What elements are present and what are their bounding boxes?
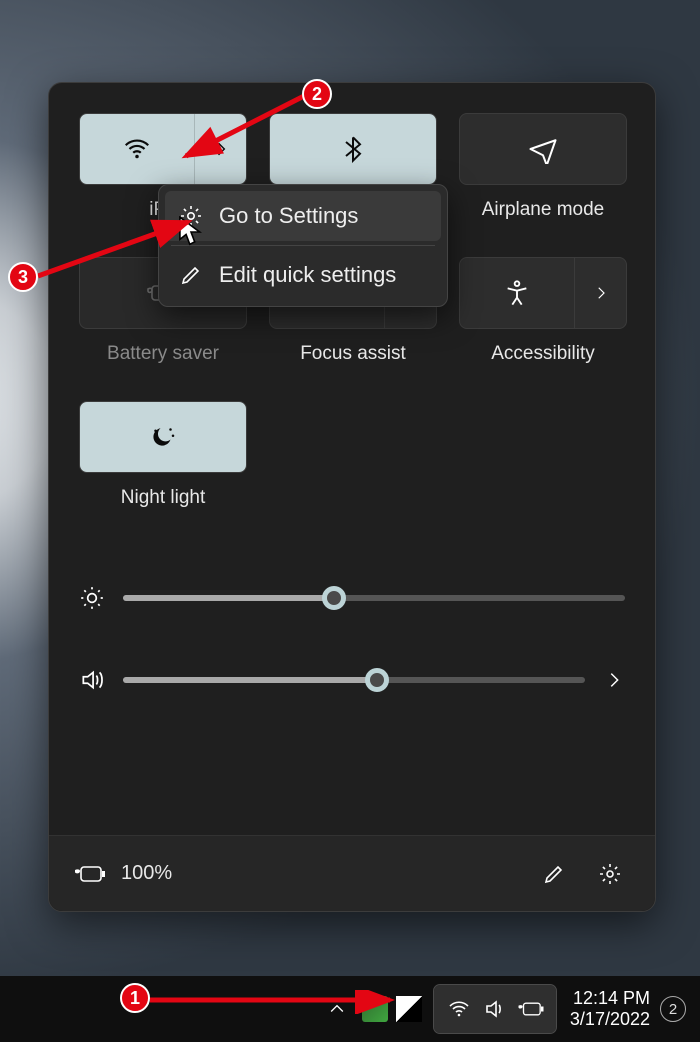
ctx-go-to-settings[interactable]: Go to Settings — [165, 191, 441, 241]
tile-wrap-night-light: Night light — [79, 401, 247, 533]
wifi-tile[interactable] — [79, 113, 247, 185]
brightness-icon — [79, 585, 105, 611]
accessibility-label: Accessibility — [491, 343, 594, 365]
gear-icon — [598, 862, 622, 886]
panel-footer: 100% — [49, 835, 655, 911]
tray-app-2[interactable] — [396, 996, 422, 1022]
clock-date: 3/17/2022 — [570, 1009, 650, 1030]
accessibility-tile[interactable] — [459, 257, 627, 329]
wifi-tile-main[interactable] — [80, 114, 194, 184]
airplane-tile[interactable] — [459, 113, 627, 185]
bluetooth-tile[interactable] — [269, 113, 437, 185]
tray-battery-icon — [516, 994, 546, 1024]
battery-charging-icon — [73, 862, 107, 886]
bluetooth-tile-main[interactable] — [270, 114, 436, 184]
annotation-2: 2 — [302, 79, 332, 109]
tiles-area: iPh A — [49, 83, 655, 545]
tile-wrap-airplane: Airplane mode — [459, 113, 627, 245]
accessibility-icon — [503, 279, 531, 307]
brightness-slider-row — [79, 585, 625, 611]
focus-label: Focus assist — [300, 343, 406, 365]
battery-percent-text[interactable]: 100% — [121, 862, 172, 885]
notification-center-button[interactable]: 2 — [660, 996, 686, 1022]
cursor-icon — [178, 216, 204, 248]
taskbar: 12:14 PM 3/17/2022 2 — [0, 976, 700, 1042]
pencil-icon — [542, 862, 566, 886]
chevron-right-icon — [592, 284, 610, 302]
ctx-separator — [171, 245, 435, 246]
brightness-slider[interactable] — [123, 595, 625, 601]
annotation-1: 1 — [120, 983, 150, 1013]
night-light-tile[interactable] — [79, 401, 247, 473]
tray-app-1[interactable] — [362, 996, 388, 1022]
pencil-icon — [179, 263, 203, 287]
quick-settings-tray-button[interactable] — [434, 985, 556, 1033]
wifi-icon — [122, 134, 152, 164]
ctx-item-label: Go to Settings — [219, 203, 358, 229]
night-light-label: Night light — [121, 487, 206, 509]
taskbar-clock[interactable]: 12:14 PM 3/17/2022 — [570, 988, 650, 1029]
airplane-label: Airplane mode — [482, 199, 605, 221]
airplane-icon — [528, 134, 558, 164]
accessibility-tile-main[interactable] — [460, 258, 574, 328]
accessibility-tile-expand[interactable] — [574, 258, 626, 328]
tile-row: Night light — [79, 401, 625, 533]
brightness-thumb[interactable] — [322, 586, 346, 610]
clock-time: 12:14 PM — [570, 988, 650, 1009]
wifi-tile-expand[interactable] — [194, 114, 246, 184]
show-hidden-icons[interactable] — [322, 994, 352, 1024]
edit-button[interactable] — [533, 853, 575, 895]
settings-button[interactable] — [589, 853, 631, 895]
volume-slider-row — [79, 667, 625, 693]
sliders-area — [49, 545, 655, 749]
annotation-3: 3 — [8, 262, 38, 292]
battery-saver-label: Battery saver — [107, 343, 219, 365]
volume-thumb[interactable] — [365, 668, 389, 692]
ctx-edit-quick-settings[interactable]: Edit quick settings — [165, 250, 441, 300]
tray-wifi-icon — [444, 994, 474, 1024]
bluetooth-icon — [339, 135, 367, 163]
tile-wrap-accessibility: Accessibility — [459, 257, 627, 389]
chevron-right-icon — [211, 139, 231, 159]
volume-slider[interactable] — [123, 677, 585, 683]
volume-expand-button[interactable] — [603, 669, 625, 691]
night-light-icon — [148, 422, 178, 452]
ctx-item-label: Edit quick settings — [219, 262, 396, 288]
chevron-up-icon — [327, 999, 347, 1019]
tray-volume-icon — [480, 994, 510, 1024]
volume-icon — [79, 667, 105, 693]
